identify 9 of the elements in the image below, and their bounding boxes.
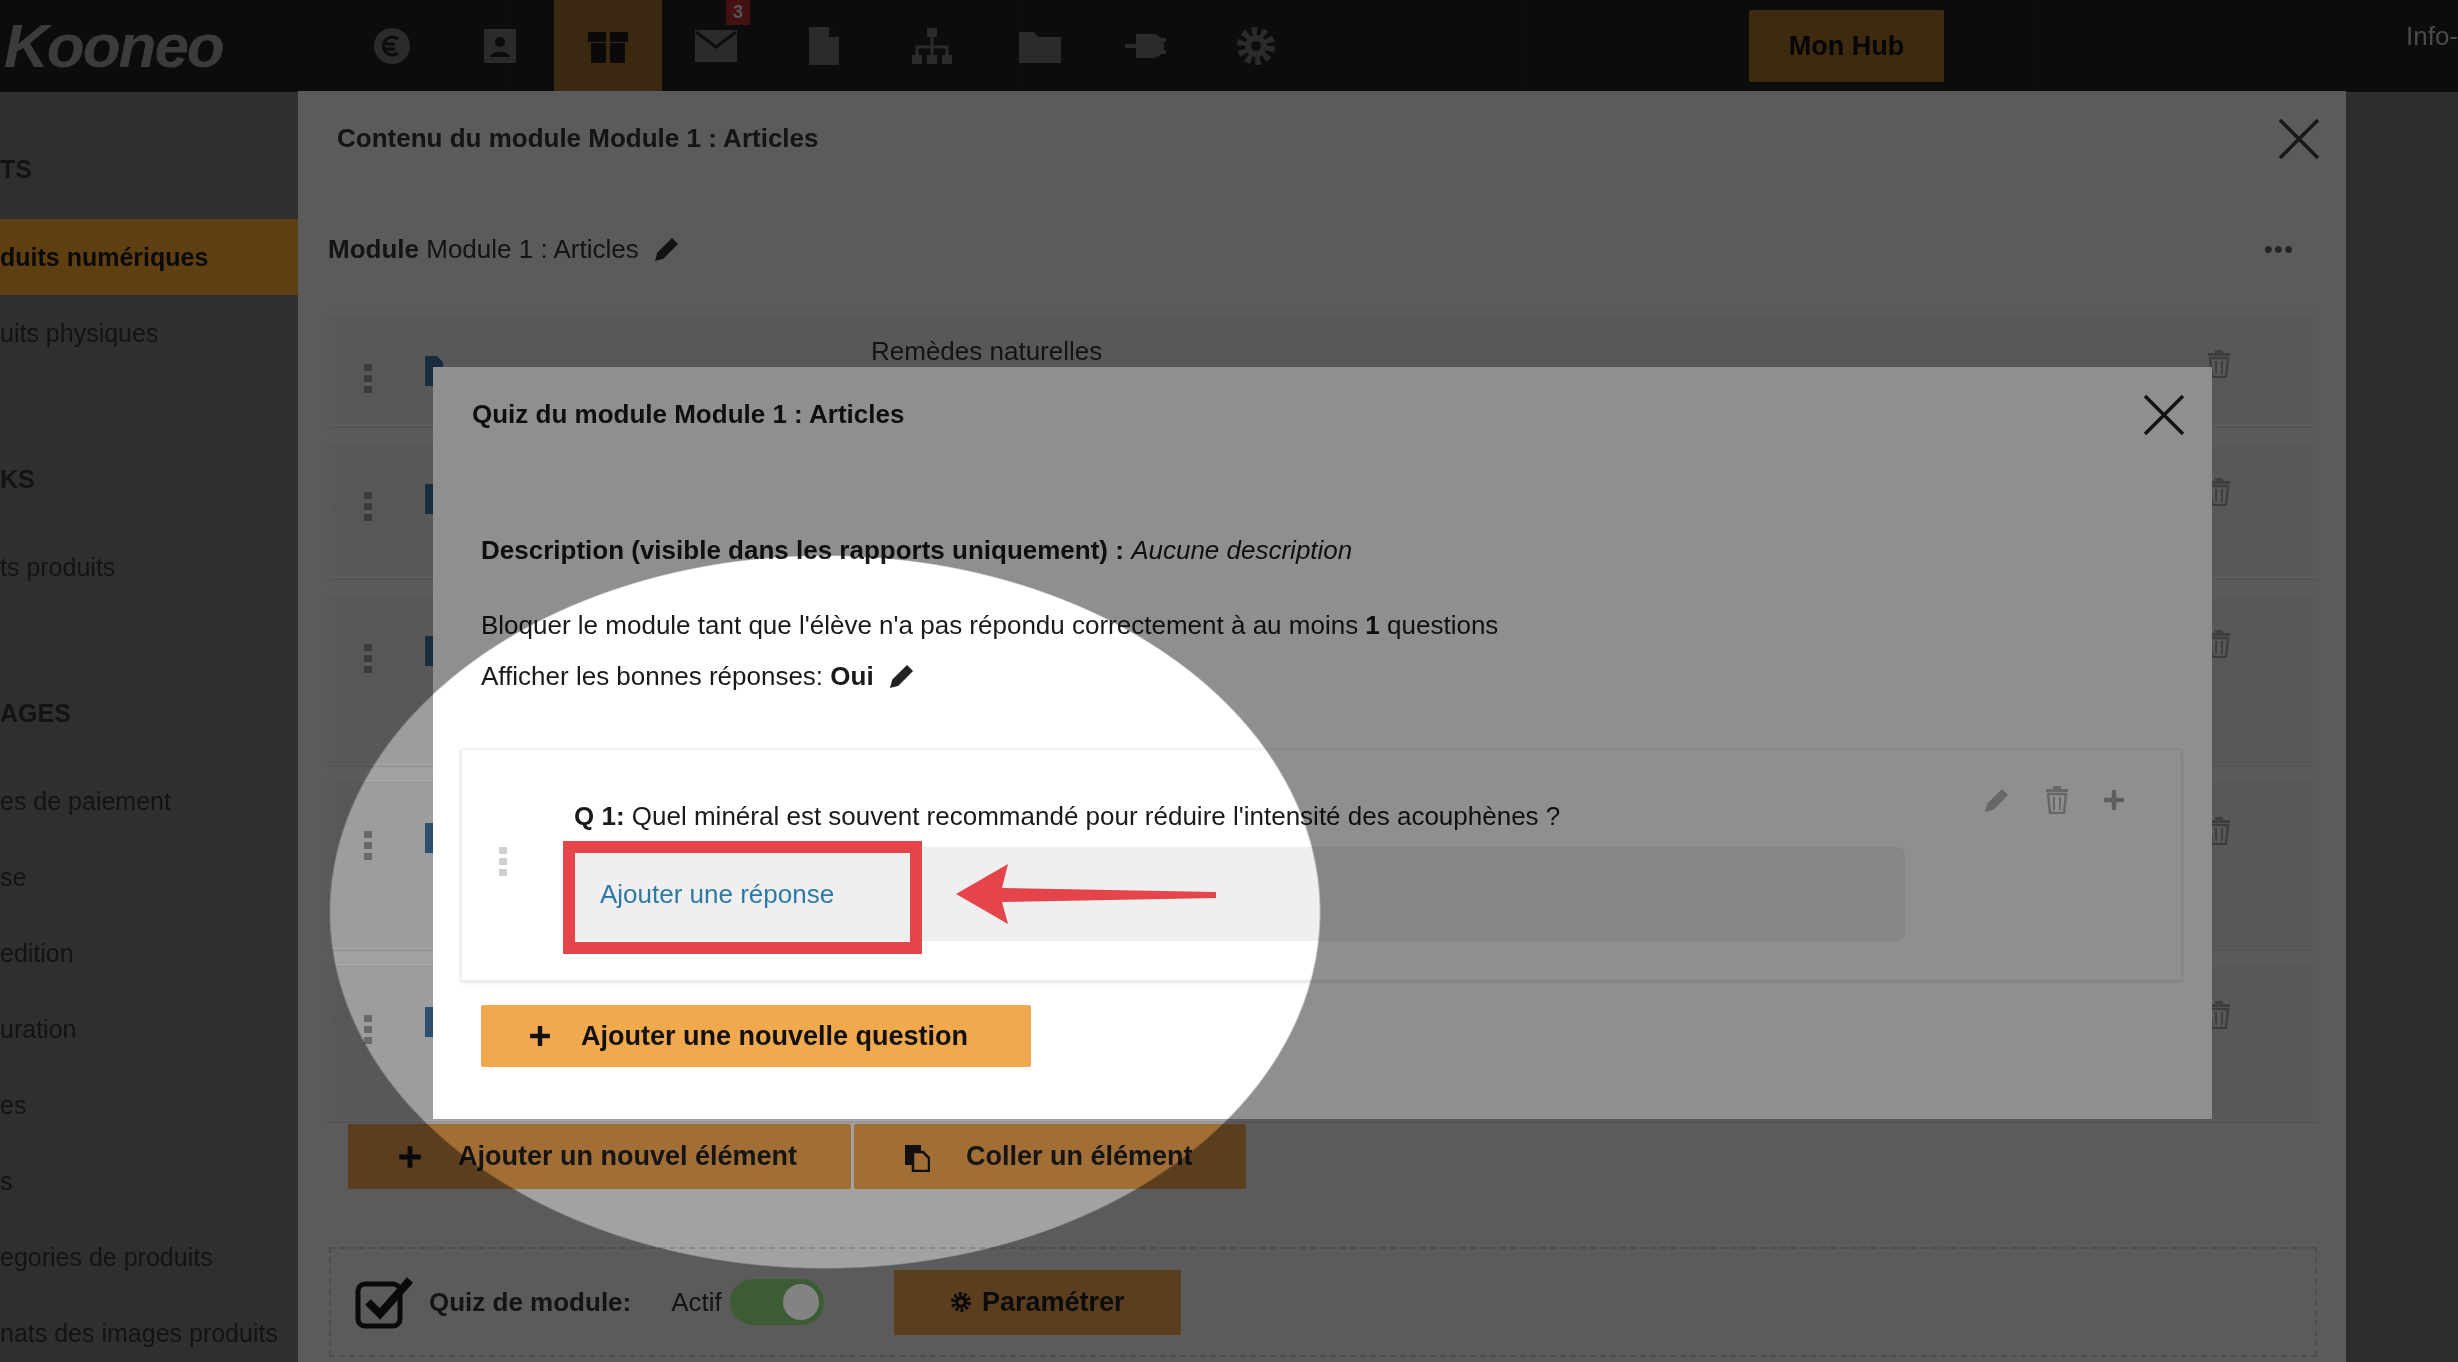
quiz-label: Quiz de module:: [429, 1286, 632, 1318]
notification-badge: 3: [726, 0, 750, 25]
row-title: Remèdes naturelles: [871, 336, 1103, 367]
question-text: Q 1: Quel minéral est souvent recommandé pour réduire l'intensité des acouphènes ?: [574, 800, 1561, 833]
show-answers-text: Afficher les bonnes réponses: Oui: [481, 660, 874, 693]
modal-title: Contenu du module Module 1 : Articles: [337, 123, 819, 154]
modal-title: Quiz du module Module 1 : Articles: [472, 399, 905, 430]
module-name: Module Module 1 : Articles: [328, 233, 639, 265]
toggle-label: Actif: [671, 1286, 722, 1318]
